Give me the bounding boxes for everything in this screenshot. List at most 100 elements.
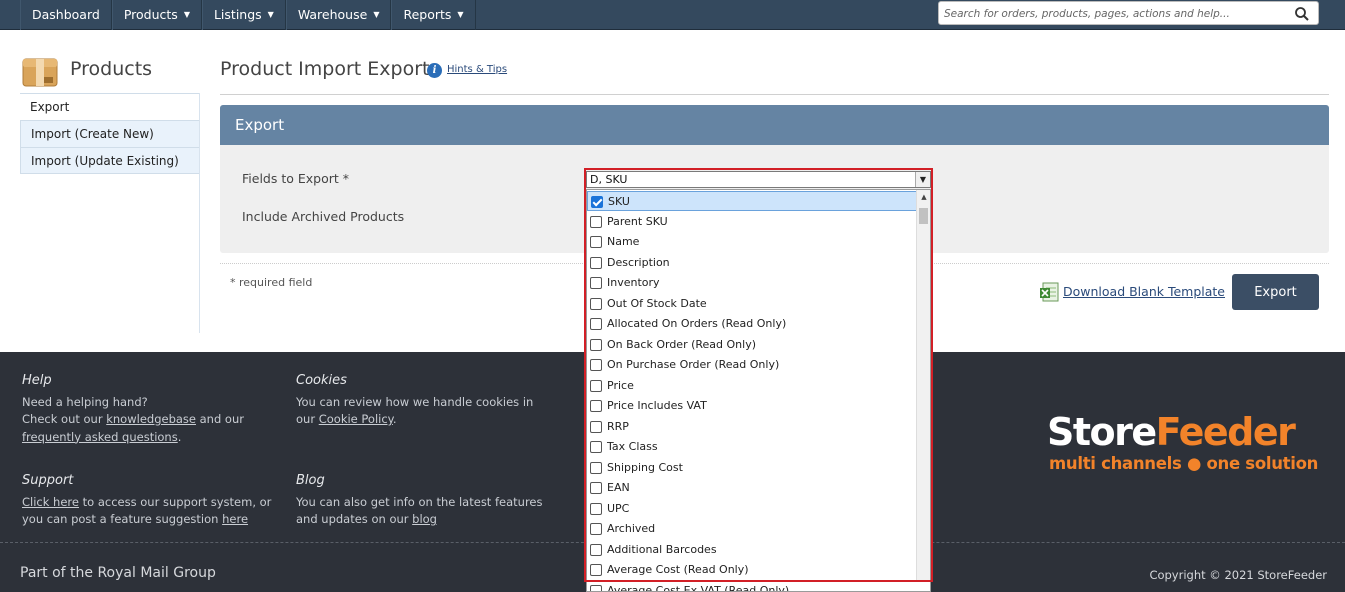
- field-option-label: Parent SKU: [607, 214, 668, 228]
- sidebar-title: Products: [70, 58, 153, 80]
- footer-support-text: to access our support system, or: [78, 494, 272, 509]
- field-option[interactable]: UPC: [587, 499, 917, 519]
- nav-dashboard[interactable]: Dashboard: [20, 0, 112, 30]
- nav-products[interactable]: Products ▼: [111, 0, 202, 30]
- footer-cookies-text: our: [296, 412, 319, 426]
- field-option-label: Average Cost Ex VAT (Read Only): [607, 583, 790, 592]
- field-option[interactable]: Allocated On Orders (Read Only): [587, 314, 917, 334]
- footer-help: Help Need a helping hand? Check out our …: [22, 372, 244, 446]
- info-icon[interactable]: i: [427, 63, 442, 78]
- checkbox-icon[interactable]: [590, 277, 602, 289]
- include-archived-label: Include Archived Products: [242, 209, 405, 224]
- checkbox-checked-icon[interactable]: [591, 196, 603, 208]
- faq-link[interactable]: frequently asked questions: [22, 430, 178, 444]
- field-option[interactable]: Archived: [587, 519, 917, 539]
- field-option[interactable]: Description: [587, 253, 917, 273]
- footer-help-text: and our: [195, 412, 244, 426]
- field-option[interactable]: Tax Class: [587, 437, 917, 457]
- checkbox-icon[interactable]: [590, 338, 602, 351]
- blog-link[interactable]: blog: [412, 512, 437, 526]
- field-option[interactable]: SKU: [587, 191, 917, 211]
- checkbox-icon[interactable]: [590, 523, 602, 535]
- checkbox-icon[interactable]: [590, 297, 602, 310]
- product-box-icon: [22, 58, 58, 87]
- field-option[interactable]: EAN: [587, 478, 917, 498]
- options-scrollbar[interactable]: ▲: [916, 190, 930, 580]
- checkbox-icon[interactable]: [590, 236, 602, 248]
- sidebar-item-label: Import (Create New): [31, 127, 154, 141]
- sidebar-item-export[interactable]: Export: [20, 93, 199, 120]
- checkbox-icon[interactable]: [590, 564, 602, 576]
- checkbox-icon[interactable]: [590, 441, 602, 453]
- nav-listings-label: Listings: [213, 7, 262, 22]
- field-option[interactable]: Name: [587, 232, 917, 252]
- checkbox-icon[interactable]: [590, 461, 602, 474]
- field-option[interactable]: RRP: [587, 417, 917, 437]
- feature-suggestion-link[interactable]: here: [222, 512, 248, 526]
- field-option[interactable]: Price Includes VAT: [587, 396, 917, 416]
- scrollbar-thumb[interactable]: [919, 208, 928, 224]
- checkbox-icon[interactable]: [590, 543, 602, 556]
- search-icon[interactable]: [1294, 6, 1310, 22]
- checkbox-icon[interactable]: [590, 215, 602, 228]
- chevron-down-icon: ▼: [183, 10, 190, 19]
- sidebar-item-label: Export: [30, 100, 70, 114]
- field-option[interactable]: Price: [587, 376, 917, 396]
- checkbox-icon[interactable]: [590, 379, 602, 392]
- field-option[interactable]: On Purchase Order (Read Only): [587, 355, 917, 375]
- field-option[interactable]: On Back Order (Read Only): [587, 335, 917, 355]
- field-option[interactable]: Average Cost Ex VAT (Read Only): [587, 581, 917, 592]
- field-option[interactable]: Average Cost (Read Only): [587, 560, 917, 580]
- export-button[interactable]: Export: [1232, 274, 1319, 310]
- checkbox-icon[interactable]: [590, 420, 602, 433]
- checkbox-icon[interactable]: [590, 584, 602, 591]
- field-option-label: Price Includes VAT: [607, 399, 707, 412]
- field-option[interactable]: Out Of Stock Date: [587, 294, 917, 314]
- knowledgebase-link[interactable]: knowledgebase: [106, 412, 196, 426]
- royal-mail-group-text: Part of the Royal Mail Group: [20, 565, 216, 581]
- nav-listings[interactable]: Listings ▼: [201, 0, 286, 30]
- logo-wordmark: StoreFeeder: [1047, 410, 1296, 454]
- checkbox-icon[interactable]: [590, 400, 602, 412]
- field-option[interactable]: Shipping Cost: [587, 458, 917, 478]
- scroll-up-icon[interactable]: ▲: [917, 190, 931, 204]
- checkbox-icon[interactable]: [590, 359, 602, 371]
- footer-help-title: Help: [22, 373, 52, 388]
- search-input[interactable]: [944, 5, 1289, 22]
- field-option-label: Additional Barcodes: [607, 542, 717, 556]
- storefeeder-logo: StoreFeeder multi channels ● one solutio…: [1047, 410, 1332, 480]
- title-divider: [220, 94, 1329, 95]
- field-option[interactable]: Inventory: [587, 273, 917, 293]
- checkbox-icon[interactable]: [590, 502, 602, 515]
- field-option-label: Archived: [607, 522, 656, 535]
- fields-to-export-label: Fields to Export *: [242, 171, 350, 186]
- field-option-label: SKU: [608, 195, 630, 208]
- nav-warehouse[interactable]: Warehouse ▼: [285, 0, 392, 30]
- fields-to-export-select[interactable]: D, SKU ▼: [586, 171, 931, 188]
- cookie-policy-link[interactable]: Cookie Policy: [319, 412, 393, 426]
- fields-options-list[interactable]: SKU Parent SKU Name Description Inventory Out…: [586, 189, 931, 592]
- support-click-here-link[interactable]: Click here: [22, 495, 79, 509]
- hints-tips-link[interactable]: Hints & Tips: [447, 64, 507, 75]
- field-option-label: Price: [607, 378, 634, 392]
- global-search: [938, 1, 1319, 25]
- field-option-label: Tax Class: [607, 440, 658, 453]
- sidebar-item-import-update[interactable]: Import (Update Existing): [20, 147, 199, 174]
- nav-reports[interactable]: Reports ▼: [391, 0, 476, 30]
- checkbox-icon[interactable]: [590, 482, 602, 494]
- footer-support-title: Support: [22, 473, 74, 488]
- checkbox-icon[interactable]: [590, 318, 602, 330]
- nav-products-label: Products: [123, 7, 178, 22]
- footer-help-text: Check out our: [22, 412, 107, 426]
- dropdown-arrow-icon[interactable]: ▼: [915, 172, 930, 187]
- checkbox-icon[interactable]: [590, 256, 602, 269]
- field-option-label: On Purchase Order (Read Only): [607, 358, 780, 371]
- sidebar-item-import-create[interactable]: Import (Create New): [20, 120, 199, 147]
- top-navigation-bar: Dashboard Products ▼ Listings ▼ Warehouse ▼…: [0, 0, 1345, 30]
- field-option[interactable]: Parent SKU: [587, 212, 917, 232]
- footer-blog-title: Blog: [296, 473, 325, 488]
- footer-help-text: .: [177, 429, 182, 444]
- field-option[interactable]: Additional Barcodes: [587, 540, 917, 560]
- download-blank-template-link[interactable]: Download Blank Template: [1063, 284, 1225, 299]
- footer-blog: Blog You can also get info on the latest…: [296, 472, 542, 529]
